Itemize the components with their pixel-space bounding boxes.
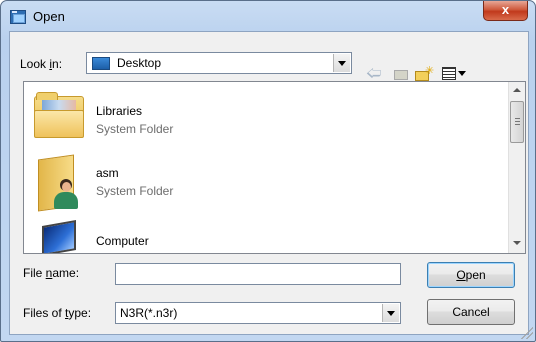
chevron-down-icon[interactable] (382, 304, 399, 322)
cancel-button[interactable]: Cancel (427, 299, 515, 325)
scroll-thumb[interactable] (510, 101, 524, 143)
libraries-folder-icon (34, 92, 84, 140)
list-item[interactable]: Libraries System Folder (24, 85, 504, 149)
item-type: System Folder (96, 252, 173, 253)
user-folder-icon (34, 154, 84, 213)
look-in-combo[interactable]: Desktop (86, 52, 352, 74)
computer-icon (36, 220, 82, 253)
back-arrow-icon[interactable]: 🢠 (366, 66, 382, 82)
list-item[interactable]: asm System Folder (24, 154, 504, 218)
app-icon (10, 10, 26, 24)
title-bar[interactable]: Open x (1, 1, 535, 31)
item-type: System Folder (96, 184, 174, 198)
file-list[interactable]: Libraries System Folder asm System Folde… (23, 81, 526, 254)
desktop-icon (92, 57, 110, 70)
file-name-field[interactable] (115, 263, 401, 285)
up-one-level-icon[interactable] (393, 66, 409, 82)
item-name: Computer (96, 234, 149, 248)
close-button[interactable]: x (483, 1, 528, 21)
item-name: Libraries (96, 104, 143, 118)
list-item[interactable]: Computer System Folder (24, 218, 504, 253)
open-dialog: Open x Look in: Desktop 🢠 ✳ Libraries Sy… (0, 0, 536, 342)
files-of-type-value: N3R(*.n3r) (120, 306, 178, 320)
chevron-down-icon[interactable] (333, 54, 350, 72)
open-button[interactable]: Open (427, 262, 515, 288)
look-in-value: Desktop (117, 56, 162, 70)
scroll-up-icon[interactable] (513, 88, 521, 92)
files-of-type-label: Files of type: (23, 306, 92, 320)
views-menu-icon[interactable] (442, 66, 468, 82)
file-name-label: File name: (23, 266, 80, 280)
new-folder-icon[interactable]: ✳ (414, 65, 434, 82)
look-in-label: Look in: (20, 57, 63, 71)
resize-grip[interactable] (521, 327, 533, 339)
window-title: Open (33, 9, 65, 24)
item-type: System Folder (96, 122, 174, 136)
item-name: asm (96, 166, 119, 180)
files-of-type-select[interactable]: N3R(*.n3r) (115, 302, 401, 324)
vertical-scrollbar[interactable] (508, 82, 525, 253)
scroll-down-icon[interactable] (513, 241, 521, 245)
